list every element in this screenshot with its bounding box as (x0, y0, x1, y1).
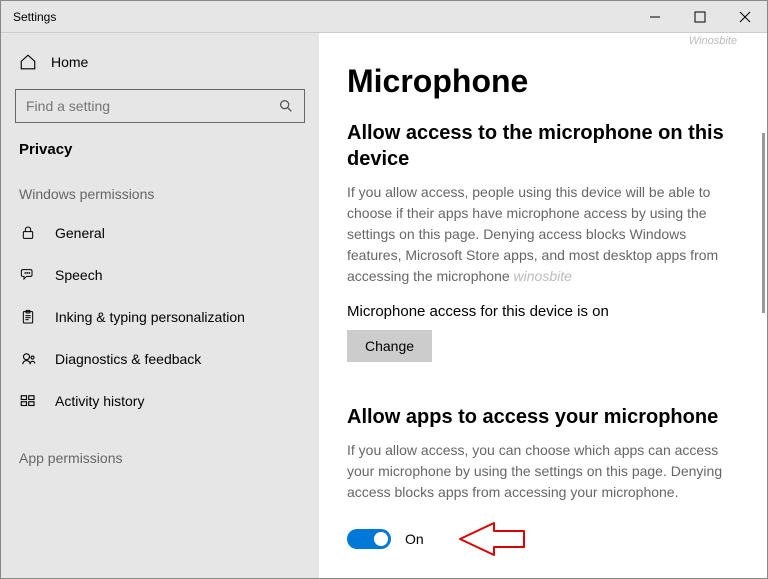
section-heading-device-access: Allow access to the microphone on this d… (347, 120, 737, 172)
change-button[interactable]: Change (347, 330, 432, 362)
current-category: Privacy (1, 137, 319, 182)
section-description-2: If you allow access, you can choose whic… (347, 440, 742, 503)
window-title: Settings (1, 10, 632, 24)
clipboard-icon (19, 308, 37, 326)
page-title: Microphone (347, 63, 747, 100)
sidebar-item-activity[interactable]: Activity history (1, 380, 319, 422)
sidebar-item-label: Inking & typing personalization (55, 309, 245, 325)
group-label-permissions: Windows permissions (1, 182, 319, 212)
maximize-button[interactable] (677, 1, 722, 33)
footnote: Some desktop apps may still be able to a… (347, 577, 742, 578)
search-input[interactable] (26, 98, 278, 114)
sidebar-item-label: Speech (55, 267, 102, 283)
annotation-arrow (456, 521, 526, 557)
sidebar-item-label: General (55, 225, 105, 241)
speech-icon (19, 266, 37, 284)
device-access-status: Microphone access for this device is on (347, 303, 747, 320)
sidebar-item-label: Activity history (55, 393, 144, 409)
group-label-app-permissions: App permissions (1, 446, 319, 476)
home-link[interactable]: Home (1, 45, 319, 79)
microphone-access-toggle[interactable] (347, 529, 391, 549)
scrollbar[interactable] (762, 133, 765, 313)
watermark-inline: winosbite (514, 268, 572, 284)
sidebar: Home Privacy Windows permissions General… (1, 33, 319, 578)
sidebar-item-inking[interactable]: Inking & typing personalization (1, 296, 319, 338)
minimize-button[interactable] (632, 1, 677, 33)
search-icon (278, 98, 294, 114)
close-button[interactable] (722, 1, 767, 33)
toggle-state-label: On (405, 531, 424, 547)
window-titlebar: Settings (1, 1, 767, 33)
history-icon (19, 392, 37, 410)
main-content: Microphone Allow access to the microphon… (319, 33, 767, 578)
toggle-knob (374, 532, 388, 546)
feedback-icon (19, 350, 37, 368)
sidebar-item-label: Diagnostics & feedback (55, 351, 201, 367)
section-description: If you allow access, people using this d… (347, 182, 742, 287)
section-heading-app-access: Allow apps to access your microphone (347, 404, 737, 430)
sidebar-item-general[interactable]: General (1, 212, 319, 254)
sidebar-item-diagnostics[interactable]: Diagnostics & feedback (1, 338, 319, 380)
search-box[interactable] (15, 89, 305, 123)
sidebar-item-speech[interactable]: Speech (1, 254, 319, 296)
lock-icon (19, 224, 37, 242)
home-label: Home (51, 54, 88, 70)
home-icon (19, 53, 37, 71)
